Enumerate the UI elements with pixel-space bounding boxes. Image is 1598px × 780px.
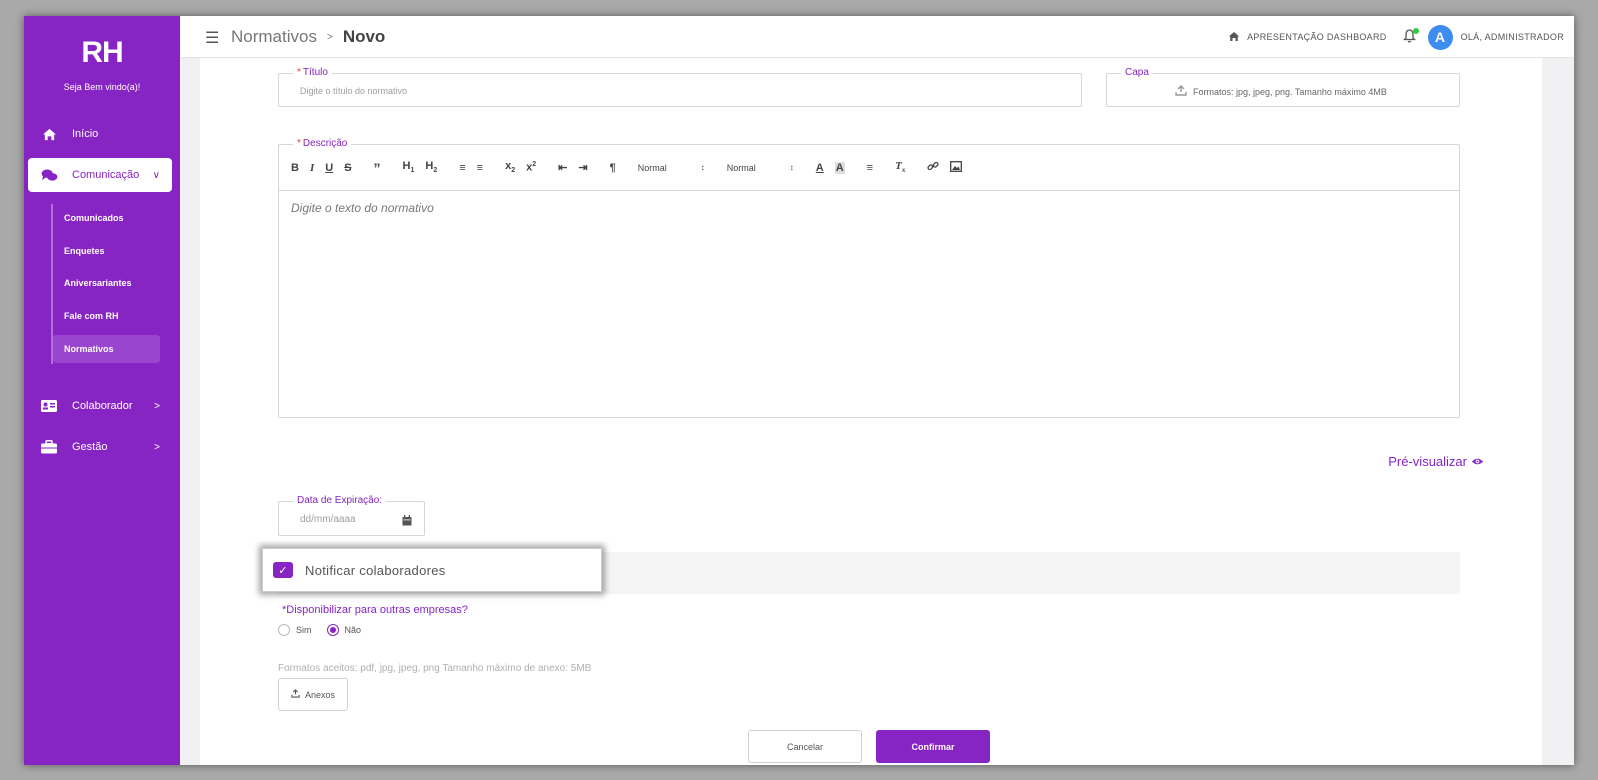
radio-nao-label[interactable]: Não (345, 625, 362, 635)
dashboard-home-icon (1228, 31, 1240, 44)
sidebar-item-colaborador[interactable]: Colaborador > (28, 389, 172, 423)
chevron-down-icon: ∨ (152, 169, 160, 181)
chevron-right-icon: > (154, 400, 160, 412)
top-header: ☰ Normativos > Novo APRESENTAÇÃO DASHBOA… (180, 16, 1574, 58)
cover-label: Capa (1121, 67, 1153, 78)
submenu-item-comunicados[interactable]: Comunicados (53, 204, 160, 232)
eye-icon (1471, 454, 1484, 469)
title-field[interactable]: * Título Digite o título do normativo (278, 67, 1082, 107)
quote-button[interactable]: ” (374, 160, 381, 176)
menu-icon[interactable]: ☰ (205, 28, 219, 48)
heading1-button[interactable]: H1 (403, 160, 415, 174)
attach-label: Anexos (304, 689, 336, 700)
sidebar-item-label: Gestão (72, 441, 108, 453)
welcome-text: Seja Bem vindo(a)! (63, 82, 141, 92)
text-color-icon[interactable]: A (816, 162, 824, 174)
upload-icon (1175, 85, 1187, 98)
sidebar-item-label: Comunicação (72, 169, 140, 181)
preview-label: Pré-visualizar (1388, 454, 1467, 469)
chevron-right-icon: > (154, 441, 160, 453)
dashboard-link[interactable]: APRESENTAÇÃO DASHBOARD (1247, 32, 1386, 42)
attach-formats-hint: Formatos aceitos: pdf, jpg, jpeg, png Ta… (278, 663, 592, 674)
attach-button[interactable]: Anexos (278, 678, 348, 711)
app-window: RH Seja Bem vindo(a)! Início Comunicação… (24, 16, 1574, 765)
italic-button[interactable]: I (310, 162, 314, 174)
sidebar-item-label: Início (72, 128, 99, 140)
sidebar-item-label: Colaborador (72, 400, 133, 412)
radio-sim[interactable] (278, 624, 290, 636)
calendar-icon[interactable] (402, 513, 412, 531)
sidebar: RH Seja Bem vindo(a)! Início Comunicação… (24, 16, 180, 765)
expiration-input[interactable]: dd/mm/aaaa (300, 514, 356, 525)
cover-upload[interactable]: Formatos: jpg, jpeg, png. Tamanho máximo… (1175, 85, 1387, 98)
strike-button[interactable]: S (344, 162, 351, 174)
checkmark-icon: ✓ (273, 562, 293, 578)
select-arrows-icon: ↕ (700, 163, 705, 172)
share-radio-group: Sim Não (278, 624, 361, 636)
link-icon[interactable] (927, 160, 939, 175)
notify-checkbox[interactable]: ✓ Notificar colaboradores (262, 548, 602, 592)
underline-button[interactable]: U (325, 162, 333, 174)
preview-link[interactable]: Pré-visualizar (1388, 454, 1484, 469)
expiration-date-field[interactable]: Data de Expiração: dd/mm/aaaa (278, 495, 425, 536)
notification-bell-icon[interactable] (1402, 27, 1419, 46)
subscript-button[interactable]: x2 (505, 160, 515, 174)
bullet-list-icon[interactable]: ≡ (477, 162, 483, 174)
outdent-icon[interactable]: ⇤ (558, 161, 567, 174)
indent-icon[interactable]: ⇥ (578, 161, 587, 174)
avatar[interactable]: A (1427, 24, 1453, 50)
breadcrumb: Normativos > Novo (231, 27, 385, 47)
cancel-button[interactable]: Cancelar (748, 730, 862, 763)
home-icon (40, 127, 58, 141)
title-input[interactable]: Digite o título do normativo (300, 86, 407, 96)
select-arrows-icon: ↕ (789, 163, 794, 172)
sidebar-item-inicio[interactable]: Início (28, 117, 172, 151)
editor-textarea[interactable]: Digite o texto do normativo (291, 201, 434, 215)
submenu-item-fale-com-rh[interactable]: Fale com RH (53, 302, 160, 330)
font-select[interactable]: Normal ↕ (638, 163, 705, 173)
ordered-list-icon[interactable]: ≡ (459, 162, 465, 174)
briefcase-icon (40, 440, 58, 454)
breadcrumb-current: Novo (342, 27, 386, 46)
radio-sim-label[interactable]: Sim (296, 625, 312, 635)
heading2-button[interactable]: H2 (425, 160, 437, 174)
confirm-button[interactable]: Confirmar (876, 730, 990, 763)
upload-icon (291, 689, 300, 700)
submenu-item-normativos[interactable]: Normativos (53, 335, 160, 363)
description-editor: * Descrição B I U S ” H1 H2 ≡ ≡ x2 x2 ⇤ ⇥… (278, 138, 1460, 418)
notify-label: Notificar colaboradores (305, 562, 446, 578)
header-actions: APRESENTAÇÃO DASHBOARD A OLÁ, ADMINISTRA… (1228, 24, 1564, 50)
user-greeting[interactable]: OLÁ, ADMINISTRADOR (1461, 32, 1564, 42)
clear-format-icon[interactable]: Tx (895, 160, 905, 174)
online-indicator (1412, 27, 1419, 34)
submenu-item-enquetes[interactable]: Enquetes (53, 237, 160, 265)
sidebar-item-comunicacao[interactable]: Comunicação ∨ (28, 158, 172, 192)
app-logo: RH (81, 36, 123, 69)
id-card-icon (40, 399, 58, 413)
cover-hint: Formatos: jpg, jpeg, png. Tamanho máximo… (1193, 86, 1387, 97)
submenu-item-aniversariantes[interactable]: Aniversariantes (53, 269, 160, 297)
background-color-icon[interactable]: A (834, 161, 845, 174)
size-select[interactable]: Normal ↕ (727, 163, 794, 173)
superscript-button[interactable]: x2 (526, 161, 536, 174)
form-content: * Título Digite o título do normativo Cap… (200, 58, 1542, 765)
image-icon[interactable] (950, 160, 963, 175)
cover-upload-field[interactable]: Capa Formatos: jpg, jpeg, png. Tamanho m… (1106, 67, 1460, 107)
share-question: *Disponibilizar para outras empresas? (282, 604, 468, 616)
breadcrumb-separator: > (326, 31, 333, 43)
sidebar-item-gestao[interactable]: Gestão > (28, 430, 172, 464)
title-label: * Título (293, 67, 332, 78)
bold-button[interactable]: B (291, 162, 299, 174)
text-direction-icon[interactable]: ¶ (610, 162, 616, 174)
radio-nao[interactable] (326, 624, 339, 636)
align-icon[interactable]: ≡ (867, 162, 873, 174)
expiration-label: Data de Expiração: (293, 495, 387, 506)
breadcrumb-root[interactable]: Normativos (231, 27, 317, 47)
chat-icon (40, 168, 58, 182)
editor-toolbar: B I U S ” H1 H2 ≡ ≡ x2 x2 ⇤ ⇥ ¶ Normal ↕ … (279, 145, 1459, 191)
